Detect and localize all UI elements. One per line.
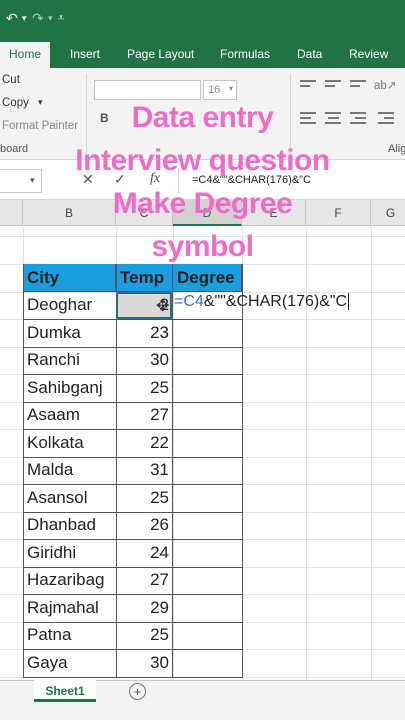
tab-formulas[interactable]: Formulas (220, 47, 270, 61)
sheet-tab-sheet1[interactable]: Sheet1 (34, 680, 96, 702)
cell-city[interactable]: Gaya (27, 653, 68, 673)
cell-temp[interactable]: 26 (116, 515, 169, 535)
align-top-icon[interactable] (300, 80, 316, 90)
grid-line (371, 226, 372, 680)
text-cursor (348, 293, 350, 310)
cut-button[interactable]: Cut (2, 74, 20, 86)
cell-temp[interactable]: 25 (116, 625, 169, 645)
table-border (23, 677, 243, 678)
table-border (23, 264, 24, 677)
cell-temp[interactable]: 31 (116, 460, 169, 480)
caption-line: symbol (151, 230, 254, 263)
cell-temp[interactable]: 30 (116, 653, 169, 673)
table-header-city[interactable]: City (23, 264, 116, 292)
caption-line: Data entry (131, 101, 274, 134)
table-border (23, 347, 243, 348)
sheet-tab-bar: Sheet1 + (0, 680, 405, 704)
table-border (23, 594, 243, 595)
table-border (23, 649, 243, 650)
table-border (23, 402, 243, 403)
overlay-caption: Data entry Interview question Make Degre… (0, 96, 405, 268)
table-border (172, 264, 173, 677)
cell-temp[interactable]: 24 (116, 543, 169, 563)
title-bar: ↶ ▾ ↷ ▾ ⩡ (0, 0, 405, 42)
cell-edit-formula[interactable]: =C4&""&CHAR(176)&"C (174, 293, 350, 311)
cell-city[interactable]: Malda (27, 460, 73, 480)
caption-line: Make Degree (112, 187, 293, 220)
cell-temp[interactable]: 30 (116, 350, 169, 370)
table-border (23, 567, 243, 568)
formula-cell-reference: =C4 (174, 293, 204, 310)
tab-home[interactable]: Home (0, 42, 51, 68)
worksheet-grid[interactable]: City Temp Degree Deoghar Dumka Ranchi Sa… (0, 226, 405, 680)
table-border (242, 264, 243, 677)
table-border (23, 429, 243, 430)
chevron-down-icon: ▾ (228, 84, 233, 93)
cell-temp[interactable]: 25 (116, 488, 169, 508)
tab-data[interactable]: Data (297, 47, 322, 61)
table-border (23, 319, 243, 320)
table-border (23, 512, 243, 513)
cell-city[interactable]: Hazaribag (27, 570, 105, 590)
table-border (23, 484, 243, 485)
redo-icon[interactable]: ↷ (32, 10, 44, 27)
cell-city[interactable]: Asaam (27, 405, 80, 425)
cell-city[interactable]: Giridhi (27, 543, 76, 563)
tab-review[interactable]: Review (349, 47, 388, 61)
cell-city[interactable]: Dhanbad (27, 515, 96, 535)
cell-temp[interactable]: 23 (116, 323, 169, 343)
cell-city[interactable]: Rajmahal (27, 598, 99, 618)
table-border (23, 539, 243, 540)
status-bar (0, 704, 405, 720)
cell-city[interactable]: Kolkata (27, 433, 84, 453)
table-header-temp[interactable]: Temp (116, 264, 173, 292)
ribbon-tabs: Home Insert Page Layout Formulas Data Re… (0, 42, 405, 68)
add-sheet-icon[interactable]: + (129, 683, 146, 700)
cell-temp[interactable]: 27 (116, 570, 169, 590)
formula-remainder: &""&CHAR(176)&"C (203, 293, 348, 310)
cell-city[interactable]: Ranchi (27, 350, 80, 370)
align-middle-icon[interactable] (325, 80, 341, 90)
undo-dropdown-icon[interactable]: ▾ (22, 13, 27, 24)
table-border (23, 457, 243, 458)
cell-city[interactable]: Dumka (27, 323, 81, 343)
tab-page-layout[interactable]: Page Layout (127, 47, 194, 61)
undo-icon[interactable]: ↶ (6, 10, 18, 27)
font-size-value: 16 (208, 84, 221, 96)
orientation-icon[interactable]: ab↗ (374, 78, 396, 92)
caption-line: Interview question (75, 144, 330, 177)
cell-city[interactable]: Asansol (27, 488, 87, 508)
align-bottom-icon[interactable] (350, 80, 366, 90)
customize-qat-icon[interactable]: ⩡ (58, 12, 64, 25)
cell-temp[interactable]: 29 (116, 598, 169, 618)
cell-temp[interactable]: 22 (116, 433, 169, 453)
table-border (23, 622, 243, 623)
cell-city[interactable]: Sahibganj (27, 378, 103, 398)
cell-cursor-icon: ✥ (156, 298, 170, 315)
cell-temp[interactable]: 27 (116, 405, 169, 425)
redo-dropdown-icon[interactable]: ▾ (48, 13, 53, 24)
cell-city[interactable]: Deoghar (27, 295, 92, 315)
table-header-degree[interactable]: Degree (173, 264, 242, 292)
table-border (23, 374, 243, 375)
cell-city[interactable]: Patna (27, 625, 71, 645)
cell-temp[interactable]: 25 (116, 378, 169, 398)
tab-insert[interactable]: Insert (70, 47, 100, 61)
